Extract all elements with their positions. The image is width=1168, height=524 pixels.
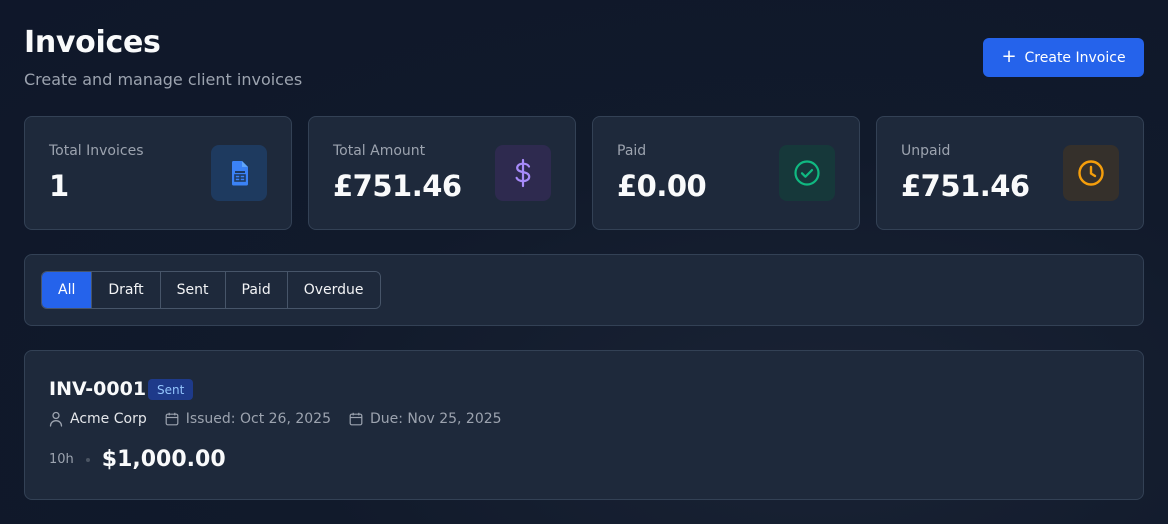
invoices-page: Invoices Create and manage client invoic…	[0, 0, 1168, 524]
tab-draft[interactable]: Draft	[91, 272, 160, 308]
stat-value: £751.46	[901, 169, 1030, 203]
filter-bar: All Draft Sent Paid Overdue	[24, 254, 1144, 326]
dollar-icon	[495, 145, 551, 201]
page-subtitle: Create and manage client invoices	[24, 70, 303, 89]
status-badge: Sent	[148, 379, 194, 400]
invoice-amount: $1,000.00	[101, 447, 226, 472]
invoice-due-date: Due: Nov 25, 2025	[349, 411, 502, 427]
due-date: Due: Nov 25, 2025	[369, 411, 502, 427]
status-filter-tabs: All Draft Sent Paid Overdue	[41, 271, 381, 309]
user-icon	[49, 411, 63, 427]
tab-overdue[interactable]: Overdue	[286, 272, 380, 308]
invoice-client: Acme Corp	[49, 411, 147, 427]
document-icon	[211, 145, 267, 201]
create-invoice-button[interactable]: + Create Invoice	[983, 38, 1144, 77]
clock-icon	[1063, 145, 1119, 201]
tab-sent[interactable]: Sent	[159, 272, 225, 308]
tab-all[interactable]: All	[42, 272, 92, 308]
stat-card-unpaid: Unpaid £751.46	[876, 116, 1144, 230]
plus-icon: +	[1001, 45, 1017, 67]
stat-value: £751.46	[333, 169, 462, 203]
create-invoice-label: Create Invoice	[1024, 49, 1126, 66]
client-name: Acme Corp	[70, 411, 147, 427]
stat-label: Total Invoices	[49, 143, 144, 159]
calendar-icon	[165, 412, 179, 426]
calendar-icon	[349, 412, 363, 426]
invoice-number: INV-0001	[49, 378, 147, 400]
tab-paid[interactable]: Paid	[224, 272, 287, 308]
invoice-amount-row: 10h $1,000.00	[49, 447, 226, 472]
stat-label: Total Amount	[333, 143, 426, 159]
page-title: Invoices	[24, 25, 161, 60]
stat-card-total-invoices: Total Invoices 1	[24, 116, 292, 230]
invoice-meta: Acme Corp Issued: Oct 26, 2025 Due: Nov …	[49, 411, 502, 427]
invoice-hours: 10h	[49, 452, 74, 467]
stat-value: 1	[49, 169, 69, 203]
stat-card-total-amount: Total Amount £751.46	[308, 116, 576, 230]
stats-row: Total Invoices 1 Total Amount £751.46 Pa…	[24, 116, 1144, 230]
page-header: Invoices Create and manage client invoic…	[24, 24, 1144, 94]
separator-dot	[85, 457, 90, 462]
stat-label: Unpaid	[901, 143, 951, 159]
stat-card-paid: Paid £0.00	[592, 116, 860, 230]
stat-label: Paid	[617, 143, 647, 159]
invoice-issued-date: Issued: Oct 26, 2025	[165, 411, 331, 427]
invoice-card[interactable]: INV-0001 Sent Acme Corp Issued: Oct 26, …	[24, 350, 1144, 500]
stat-value: £0.00	[617, 169, 707, 203]
check-circle-icon	[779, 145, 835, 201]
issued-date: Issued: Oct 26, 2025	[185, 411, 331, 427]
